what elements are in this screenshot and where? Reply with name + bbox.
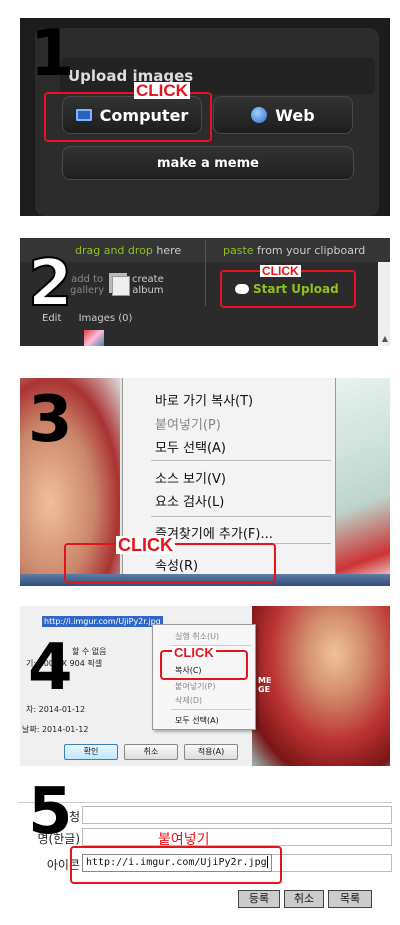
click-label: CLICK: [172, 645, 216, 660]
photo-caption: ME GE: [258, 676, 272, 694]
web-upload-button[interactable]: Web: [213, 96, 353, 134]
browser-context-menu-panel: 바로 가기 복사(T) 붙여넣기(P) 모두 선택(A) 소스 보기(V) 요소…: [20, 378, 390, 586]
photo-right: [330, 378, 390, 586]
post-form-panel: 신청 명(한글) 붙여넣기 아이콘 http://i.imgur.com/Uji…: [18, 798, 392, 913]
click-label: CLICK: [116, 535, 175, 555]
album-icon: [112, 276, 130, 296]
list-button[interactable]: 목록: [328, 890, 372, 908]
korean-name-field[interactable]: [82, 828, 392, 846]
ctx-item-delete: 삭제(D): [175, 696, 203, 705]
image-thumbnail: [84, 330, 104, 346]
menu-item-inspect[interactable]: 요소 검사(L): [155, 491, 224, 510]
drag-drop-hint: drag and drop here: [75, 244, 182, 257]
click-label: CLICK: [260, 264, 301, 278]
menu-separator: [151, 460, 331, 461]
chevron-up-icon[interactable]: ▲: [382, 334, 388, 343]
step-number-1: 1: [30, 17, 75, 91]
imgur-upload-toolbar-panel: drag and drop here paste from your clipb…: [20, 238, 390, 346]
menu-separator: [171, 709, 251, 710]
make-meme-button[interactable]: make a meme: [62, 146, 354, 180]
ctx-item-undo: 실행 취소(U): [175, 632, 220, 641]
menu-item-view-source[interactable]: 소스 보기(V): [155, 468, 226, 487]
info-modified: 날짜: 2014-01-12: [22, 725, 89, 734]
paste-hint: paste from your clipboard: [223, 244, 366, 257]
upload-images-title: Upload images: [60, 58, 375, 94]
click-label: CLICK: [134, 81, 190, 100]
name-field[interactable]: [82, 806, 392, 824]
imgur-upload-panel: Upload images Computer Web make a meme C…: [20, 18, 390, 216]
menu-item-copy-shortcut[interactable]: 바로 가기 복사(T): [155, 390, 253, 409]
web-button-label: Web: [275, 105, 315, 125]
paste-highlight-box: [70, 846, 282, 884]
info-created: 자: 2014-01-12: [26, 705, 86, 714]
tab-images[interactable]: Images (0): [79, 313, 133, 324]
properties-dialog-panel: http://i.imgur.com/UjiPy2r.jpg 할 수 없음 기:…: [20, 606, 390, 766]
register-button[interactable]: 등록: [238, 890, 280, 908]
info-line: 할 수 없음: [72, 647, 107, 656]
form-top-line: [18, 802, 392, 803]
create-album-button[interactable]: create album: [132, 274, 164, 296]
divider: [205, 240, 206, 306]
ctx-item-paste: 붙여넣기(P): [175, 682, 216, 691]
cancel-button[interactable]: 취소: [124, 744, 178, 760]
add-to-gallery-button[interactable]: add to gallery: [70, 274, 104, 296]
soccer-photo: [252, 606, 390, 766]
step-number-3: 3: [28, 383, 73, 457]
menu-separator: [151, 516, 331, 517]
apply-button[interactable]: 적용(A): [184, 744, 238, 760]
step-number-2: 2: [27, 247, 74, 321]
ok-button[interactable]: 확인: [64, 744, 118, 760]
step-number-5: 5: [28, 775, 73, 849]
image-url-selected[interactable]: http://i.imgur.com/UjiPy2r.jpg: [42, 616, 163, 627]
menu-item-select-all[interactable]: 모두 선택(A): [155, 437, 226, 456]
step-number-4: 4: [28, 631, 73, 705]
globe-icon: [251, 107, 268, 123]
menu-item-paste: 붙여넣기(P): [155, 418, 221, 433]
ctx-item-select-all[interactable]: 모두 선택(A): [175, 715, 219, 726]
form-cancel-button[interactable]: 취소: [284, 890, 324, 908]
